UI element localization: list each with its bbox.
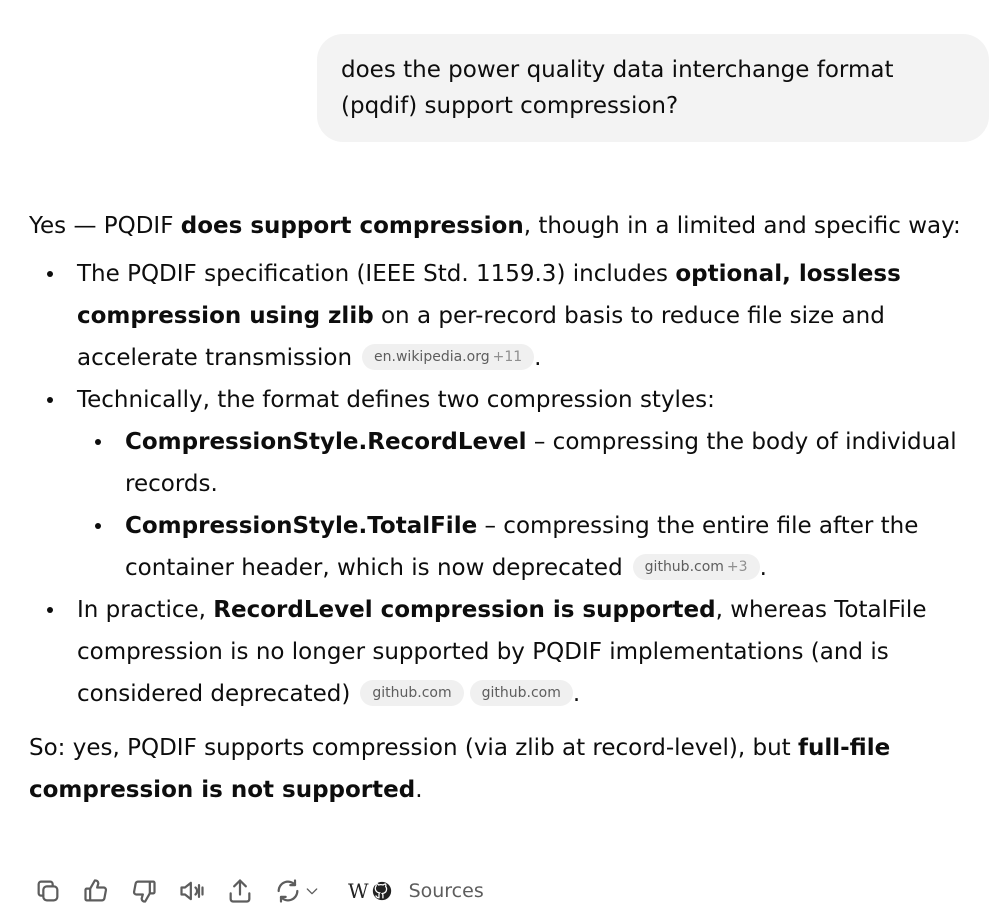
share-button[interactable] <box>220 872 260 910</box>
thumbs-up-button[interactable] <box>76 872 116 910</box>
user-message-bubble: does the power quality data interchange … <box>317 34 989 142</box>
list-item: CompressionStyle.RecordLevel – compressi… <box>77 421 979 505</box>
regenerate-icon <box>277 879 299 903</box>
thumbs-down-icon <box>132 880 156 903</box>
list-item: CompressionStyle.TotalFile – compressing… <box>77 505 979 589</box>
list-item: In practice, RecordLevel compression is … <box>29 589 979 715</box>
share-icon <box>229 879 251 903</box>
read-aloud-button[interactable] <box>172 872 212 910</box>
user-message-text: does the power quality data interchange … <box>341 57 894 119</box>
read-aloud-icon <box>180 881 204 901</box>
citation-chip-github[interactable]: github.com <box>469 679 573 706</box>
source-icons: W <box>348 879 393 903</box>
sources-button[interactable]: W Sources <box>348 879 484 903</box>
citation-chip-github[interactable]: github.com +3 <box>632 553 760 580</box>
sources-label: Sources <box>408 880 484 902</box>
answer-conclusion: So: yes, PQDIF supports compression (via… <box>29 735 891 803</box>
thumbs-down-button[interactable] <box>124 872 164 910</box>
message-action-bar: W Sources <box>28 872 484 910</box>
regenerate-button[interactable] <box>268 872 326 910</box>
wikipedia-icon: W <box>348 879 369 903</box>
assistant-answer: Yes — PQDIF does support compression, th… <box>29 205 979 811</box>
copy-button[interactable] <box>28 872 68 910</box>
thumbs-up-icon <box>84 879 108 902</box>
copy-icon <box>37 880 59 902</box>
list-item: Technically, the format defines two comp… <box>29 379 979 589</box>
intro-emphasis: does support compression <box>180 213 524 239</box>
list-item: The PQDIF specification (IEEE Std. 1159.… <box>29 253 979 379</box>
answer-bullet-list: The PQDIF specification (IEEE Std. 1159.… <box>29 253 979 715</box>
github-icon <box>372 881 391 901</box>
citation-chip-github[interactable]: github.com <box>360 679 464 706</box>
chevron-down-icon <box>306 888 318 895</box>
sub-bullet-list: CompressionStyle.RecordLevel – compressi… <box>77 421 979 589</box>
citation-chip-wikipedia[interactable]: en.wikipedia.org +11 <box>362 343 535 370</box>
answer-intro: Yes — PQDIF does support compression, th… <box>29 213 961 239</box>
